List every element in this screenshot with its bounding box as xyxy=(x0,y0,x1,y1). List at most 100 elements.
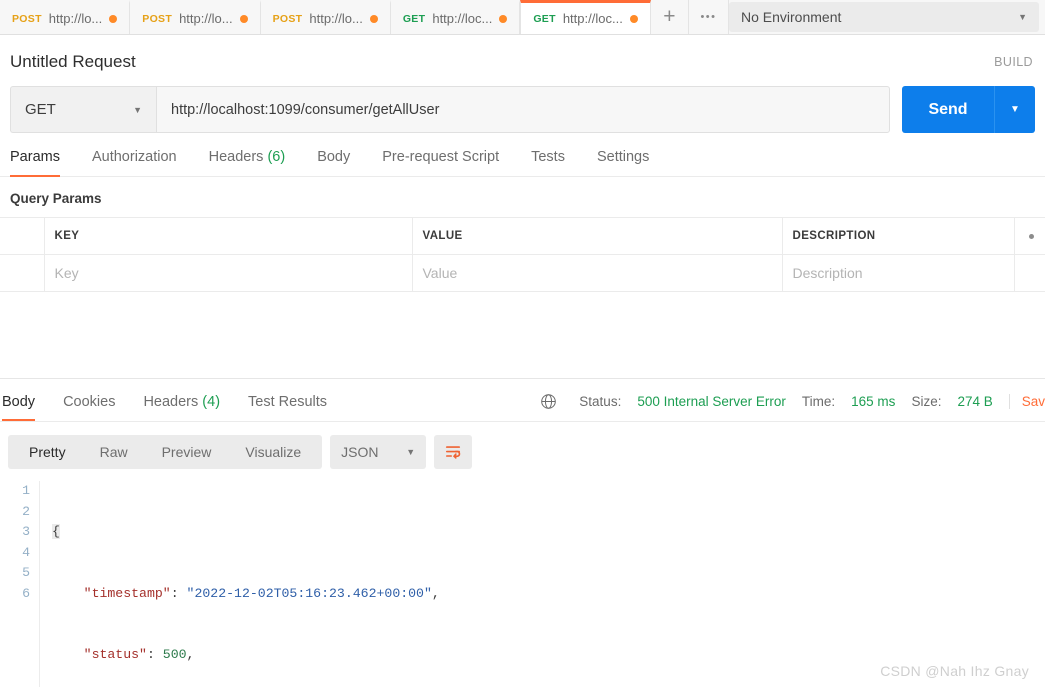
response-tab-body[interactable]: Body xyxy=(2,393,36,421)
url-input[interactable]: http://localhost:1099/consumer/getAllUse… xyxy=(156,86,890,133)
unsaved-dot-icon xyxy=(629,14,638,23)
tab-settings[interactable]: Settings xyxy=(597,149,669,176)
tab-pre-request-script[interactable]: Pre-request Script xyxy=(382,149,519,176)
format-label: JSON xyxy=(341,444,379,460)
postman-window: POST http://lo... POST http://lo... POST… xyxy=(0,0,1045,687)
format-tab-visualize[interactable]: Visualize xyxy=(228,435,318,469)
tab-params[interactable]: Params xyxy=(10,149,80,177)
tab-label: Headers xyxy=(208,149,264,165)
send-options-chevron-icon[interactable]: ▼ xyxy=(994,86,1035,133)
tab-label: Test Results xyxy=(248,393,328,410)
tab-label: Authorization xyxy=(91,149,177,165)
globe-icon[interactable] xyxy=(540,393,557,410)
select-all-cell[interactable] xyxy=(0,217,45,255)
tab-method-label: POST xyxy=(12,12,42,25)
send-button[interactable]: Send xyxy=(902,86,994,133)
request-tab[interactable]: POST http://lo... xyxy=(0,0,131,34)
column-header-value: VALUE xyxy=(412,217,783,255)
response-format-select[interactable]: JSON ▼ xyxy=(330,435,427,469)
tab-url-label: http://lo... xyxy=(48,11,103,26)
build-button[interactable]: BUILD xyxy=(994,55,1033,69)
response-tab-test-results[interactable]: Test Results xyxy=(248,394,327,421)
request-tab-strip: POST http://lo... POST http://lo... POST… xyxy=(0,0,1045,35)
status-badge: 500 Internal Server Error xyxy=(637,394,786,409)
send-button-group: Send ▼ xyxy=(902,86,1035,133)
line-number: 4 xyxy=(22,544,30,560)
tab-headers[interactable]: Headers (6) xyxy=(209,149,306,176)
line-number: 2 xyxy=(22,503,30,519)
size-value: 274 B xyxy=(957,394,993,409)
status-label: Status: xyxy=(579,394,622,409)
format-tab-raw[interactable]: Raw xyxy=(83,435,145,469)
table-row: Key Value Description xyxy=(0,254,1045,292)
request-section-tabs: Params Authorization Headers (6) Body Pr… xyxy=(0,133,1045,177)
tab-label: Body xyxy=(317,149,351,165)
size-label: Size: xyxy=(911,394,942,409)
tab-tests[interactable]: Tests xyxy=(531,149,585,176)
word-wrap-button[interactable] xyxy=(434,435,473,469)
code-line: { xyxy=(52,524,60,539)
response-body-viewer: 1 2 3 4 5 6 { "timestamp": "2022-12-02T0… xyxy=(0,469,1045,687)
column-header-key: KEY xyxy=(44,217,413,255)
chevron-down-icon: ▼ xyxy=(133,104,142,115)
chevron-down-icon: ▼ xyxy=(1018,12,1027,22)
tab-authorization[interactable]: Authorization xyxy=(92,149,197,176)
unsaved-dot-icon xyxy=(369,14,378,23)
request-tab[interactable]: POST http://lo... xyxy=(130,0,261,34)
response-tab-cookies[interactable]: Cookies xyxy=(63,394,115,421)
chevron-down-icon: ▼ xyxy=(406,447,416,457)
json-code[interactable]: { "timestamp": "2022-12-02T05:16:23.462+… xyxy=(40,481,440,687)
param-value-input[interactable]: Value xyxy=(412,254,783,292)
request-tab-active[interactable]: GET http://loc... xyxy=(520,0,651,34)
save-response-button[interactable]: Sav xyxy=(1008,394,1045,409)
request-tab[interactable]: POST http://lo... xyxy=(260,0,391,34)
tab-label: Headers xyxy=(143,393,199,410)
time-label: Time: xyxy=(801,394,836,409)
column-options-icon[interactable] xyxy=(1014,217,1045,255)
http-method-select[interactable]: GET ▼ xyxy=(10,86,156,133)
row-checkbox[interactable] xyxy=(0,254,45,292)
query-params-title: Query Params xyxy=(10,191,102,206)
table-header-row: KEY VALUE DESCRIPTION xyxy=(0,217,1045,255)
row-options[interactable] xyxy=(1014,254,1045,292)
tab-label: Cookies xyxy=(63,393,116,410)
format-tab-group: Pretty Raw Preview Visualize xyxy=(8,435,323,469)
tab-url-label: http://lo... xyxy=(309,11,363,26)
tab-method-label: POST xyxy=(142,12,173,25)
tab-label: Body xyxy=(2,393,36,410)
query-params-table: KEY VALUE DESCRIPTION Key Value Descript… xyxy=(0,217,1045,292)
page-title: Untitled Request xyxy=(10,52,136,71)
response-tab-headers[interactable]: Headers (4) xyxy=(143,394,220,421)
json-key: "status" xyxy=(83,647,147,662)
tab-body[interactable]: Body xyxy=(317,149,370,176)
url-bar: GET ▼ http://localhost:1099/consumer/get… xyxy=(0,86,1045,133)
tab-options-icon[interactable]: ••• xyxy=(689,0,729,34)
tab-method-label: POST xyxy=(272,12,303,25)
unsaved-dot-icon xyxy=(239,14,248,23)
format-tab-preview[interactable]: Preview xyxy=(145,435,229,469)
tab-url-label: http://loc... xyxy=(562,11,623,26)
time-value: 165 ms xyxy=(851,394,896,409)
tab-label: Params xyxy=(10,149,60,165)
json-key: "timestamp" xyxy=(83,585,171,601)
line-number: 6 xyxy=(22,585,30,601)
environment-select[interactable]: No Environment ▼ xyxy=(729,2,1039,32)
tab-label: Pre-request Script xyxy=(382,149,500,165)
tab-label: Settings xyxy=(596,149,650,165)
json-value-timestamp: "2022-12-02T05:16:23.462+00:00" xyxy=(186,585,432,601)
param-description-input[interactable]: Description xyxy=(782,254,1015,292)
unsaved-dot-icon xyxy=(109,14,118,23)
environment-area: No Environment ▼ xyxy=(729,0,1045,34)
code-line: "status": 500, xyxy=(83,647,195,662)
json-value-status: 500 xyxy=(162,647,187,662)
response-format-toolbar: Pretty Raw Preview Visualize JSON ▼ xyxy=(0,422,1045,469)
param-key-input[interactable]: Key xyxy=(44,254,413,292)
format-tab-pretty[interactable]: Pretty xyxy=(12,435,83,469)
tab-url-label: http://loc... xyxy=(432,11,493,26)
line-number-gutter: 1 2 3 4 5 6 xyxy=(0,481,40,687)
tab-url-label: http://lo... xyxy=(179,11,233,26)
line-number: 5 xyxy=(22,565,30,580)
request-tab[interactable]: GET http://loc... xyxy=(390,0,521,34)
tab-label: Tests xyxy=(531,149,565,165)
new-tab-button[interactable]: + xyxy=(651,0,689,34)
